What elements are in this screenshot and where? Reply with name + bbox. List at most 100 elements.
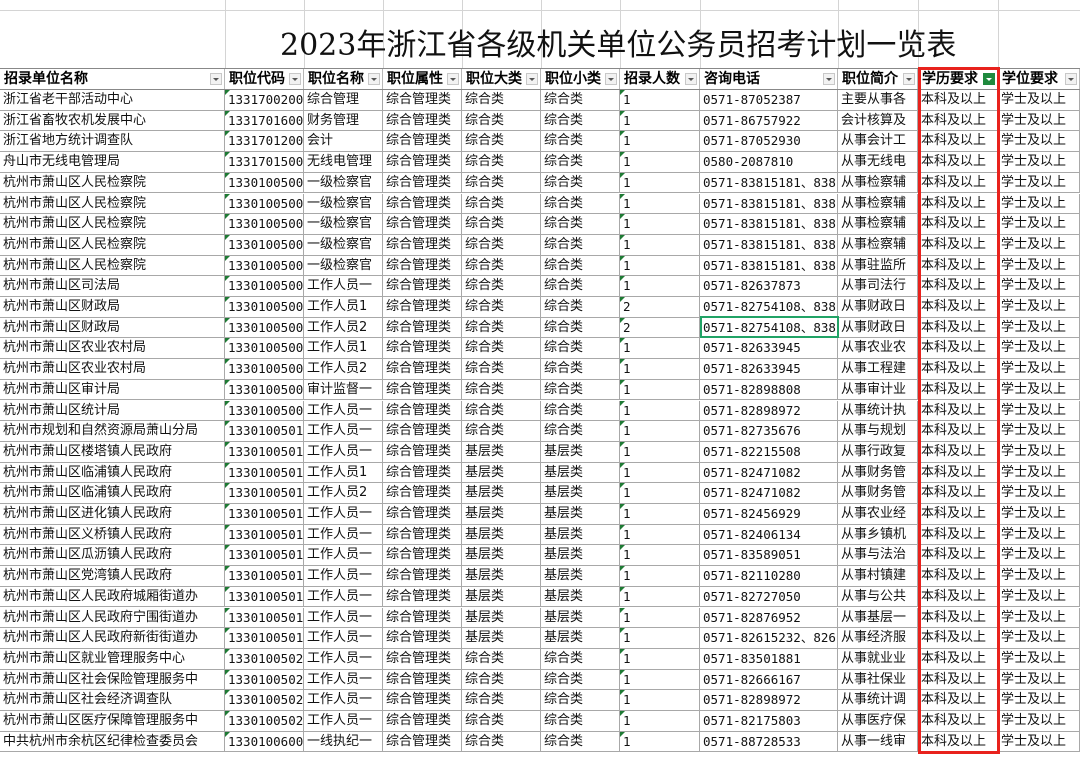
position-attr-cell[interactable]: 综合管理类 (383, 234, 462, 256)
education-cell[interactable]: 本科及以上 (918, 648, 998, 670)
position-major-cell[interactable]: 综合类 (462, 214, 541, 235)
position-name-cell[interactable]: 工作人员2 (304, 317, 383, 339)
phone-cell[interactable]: 0571-82876952 (700, 607, 838, 629)
headcount-cell[interactable]: 1 (620, 110, 700, 132)
degree-cell[interactable]: 学士及以上 (998, 441, 1080, 463)
phone-cell[interactable]: 0571-83815181、838 (700, 234, 838, 256)
position-major-cell[interactable]: 综合类 (462, 255, 541, 277)
table-row[interactable]: 杭州市萧山区人民检察院 1330100500 一级检察官 综合管理类 综合类 综合类 1 05… (0, 234, 1080, 256)
unit-name-cell[interactable]: 杭州市萧山区人民检察院 (0, 172, 225, 194)
position-minor-cell[interactable]: 综合类 (541, 172, 620, 194)
position-minor-cell[interactable]: 综合类 (541, 669, 620, 691)
unit-name-cell[interactable]: 杭州市萧山区临浦镇人民政府 (0, 483, 225, 504)
filter-dropdown-icon[interactable] (289, 73, 301, 85)
position-name-cell[interactable]: 工作人员一 (304, 628, 383, 649)
position-name-cell[interactable]: 工作人员1 (304, 338, 383, 360)
phone-cell[interactable]: 0571-83815181、838 (700, 172, 838, 194)
table-row[interactable]: 浙江省地方统计调查队 1331701200 会计 综合管理类 综合类 综合类 1 0571-8… (0, 131, 1080, 153)
phone-cell[interactable]: 0571-82471082 (700, 483, 838, 504)
position-code-cell[interactable]: 1330100502 (225, 690, 304, 711)
position-name-cell[interactable]: 一级检察官 (304, 255, 383, 277)
position-minor-cell[interactable]: 基层类 (541, 524, 620, 546)
phone-cell[interactable]: 0571-82633945 (700, 338, 838, 360)
description-cell[interactable]: 从事统计调 (838, 690, 918, 711)
phone-cell[interactable]: 0571-88728533 (700, 731, 838, 753)
headcount-cell[interactable]: 1 (620, 586, 700, 608)
unit-name-cell[interactable]: 杭州市萧山区人民检察院 (0, 214, 225, 235)
phone-cell[interactable]: 0571-82898808 (700, 379, 838, 401)
unit-name-cell[interactable]: 杭州市萧山区审计局 (0, 379, 225, 401)
table-row[interactable]: 杭州市萧山区财政局 1330100500 工作人员1 综合管理类 综合类 综合类 2 0571… (0, 297, 1080, 318)
unit-name-cell[interactable]: 杭州市萧山区临浦镇人民政府 (0, 462, 225, 484)
education-cell[interactable]: 本科及以上 (918, 462, 998, 484)
headcount-cell[interactable]: 1 (620, 379, 700, 401)
table-row[interactable]: 杭州市萧山区人民检察院 1330100500 一级检察官 综合管理类 综合类 综合类 1 05… (0, 172, 1080, 194)
unit-name-cell[interactable]: 杭州市萧山区进化镇人民政府 (0, 504, 225, 525)
headcount-cell[interactable]: 1 (620, 566, 700, 587)
phone-cell[interactable]: 0571-86757922 (700, 110, 838, 132)
position-attr-cell[interactable]: 综合管理类 (383, 566, 462, 587)
position-name-cell[interactable]: 工作人员一 (304, 566, 383, 587)
education-cell[interactable]: 本科及以上 (918, 338, 998, 360)
phone-cell[interactable]: 0571-82754108、838 (700, 317, 838, 339)
position-attr-cell[interactable]: 综合管理类 (383, 255, 462, 277)
position-minor-cell[interactable]: 综合类 (541, 276, 620, 297)
position-code-cell[interactable]: 1330100501 (225, 462, 304, 484)
position-attr-cell[interactable]: 综合管理类 (383, 441, 462, 463)
position-major-cell[interactable]: 综合类 (462, 234, 541, 256)
education-cell[interactable]: 本科及以上 (918, 152, 998, 173)
position-major-cell[interactable]: 基层类 (462, 441, 541, 463)
position-major-cell[interactable]: 综合类 (462, 379, 541, 401)
phone-cell[interactable]: 0571-82615232、826 (700, 628, 838, 649)
position-attr-cell[interactable]: 综合管理类 (383, 214, 462, 235)
position-code-cell[interactable]: 1330100500 (225, 276, 304, 297)
position-code-cell[interactable]: 1330100500 (225, 379, 304, 401)
education-cell[interactable]: 本科及以上 (918, 545, 998, 567)
description-cell[interactable]: 从事基层一 (838, 607, 918, 629)
degree-cell[interactable]: 学士及以上 (998, 152, 1080, 173)
position-code-cell[interactable]: 1330100502 (225, 711, 304, 732)
position-code-cell[interactable]: 1330100500 (225, 234, 304, 256)
education-cell[interactable]: 本科及以上 (918, 628, 998, 649)
headcount-cell[interactable]: 1 (620, 504, 700, 525)
table-row[interactable]: 浙江省老干部活动中心 1331700200 综合管理 综合管理类 综合类 综合类 1 0571… (0, 90, 1080, 111)
description-cell[interactable]: 从事行政复 (838, 441, 918, 463)
description-cell[interactable]: 会计核算及 (838, 110, 918, 132)
table-row[interactable]: 杭州市萧山区临浦镇人民政府 1330100501 工作人员1 综合管理类 基层类 基层类 1… (0, 462, 1080, 484)
position-major-cell[interactable]: 综合类 (462, 421, 541, 442)
education-cell[interactable]: 本科及以上 (918, 524, 998, 546)
position-name-cell[interactable]: 工作人员一 (304, 648, 383, 670)
description-cell[interactable]: 从事司法行 (838, 276, 918, 297)
filter-dropdown-icon[interactable] (823, 73, 835, 85)
header-cell[interactable]: 招录单位名称 (0, 69, 225, 89)
position-name-cell[interactable]: 工作人员一 (304, 276, 383, 297)
position-code-cell[interactable]: 1330100500 (225, 193, 304, 215)
description-cell[interactable]: 从事村镇建 (838, 566, 918, 587)
education-cell[interactable]: 本科及以上 (918, 317, 998, 339)
position-minor-cell[interactable]: 综合类 (541, 421, 620, 442)
position-attr-cell[interactable]: 综合管理类 (383, 110, 462, 132)
position-minor-cell[interactable]: 综合类 (541, 379, 620, 401)
description-cell[interactable]: 从事工程建 (838, 359, 918, 380)
position-name-cell[interactable]: 财务管理 (304, 110, 383, 132)
position-minor-cell[interactable]: 综合类 (541, 359, 620, 380)
position-name-cell[interactable]: 工作人员一 (304, 441, 383, 463)
degree-cell[interactable]: 学士及以上 (998, 504, 1080, 525)
education-cell[interactable]: 本科及以上 (918, 669, 998, 691)
position-name-cell[interactable]: 工作人员一 (304, 690, 383, 711)
position-minor-cell[interactable]: 基层类 (541, 566, 620, 587)
headcount-cell[interactable]: 1 (620, 421, 700, 442)
education-cell[interactable]: 本科及以上 (918, 131, 998, 153)
headcount-cell[interactable]: 1 (620, 90, 700, 111)
filter-dropdown-icon[interactable] (1065, 73, 1077, 85)
description-cell[interactable]: 从事与法治 (838, 545, 918, 567)
position-major-cell[interactable]: 综合类 (462, 731, 541, 753)
education-cell[interactable]: 本科及以上 (918, 607, 998, 629)
degree-cell[interactable]: 学士及以上 (998, 462, 1080, 484)
position-major-cell[interactable]: 综合类 (462, 359, 541, 380)
position-code-cell[interactable]: 1330100501 (225, 441, 304, 463)
position-minor-cell[interactable]: 综合类 (541, 131, 620, 153)
position-major-cell[interactable]: 基层类 (462, 545, 541, 567)
phone-cell[interactable]: 0571-82215508 (700, 441, 838, 463)
education-cell[interactable]: 本科及以上 (918, 359, 998, 380)
